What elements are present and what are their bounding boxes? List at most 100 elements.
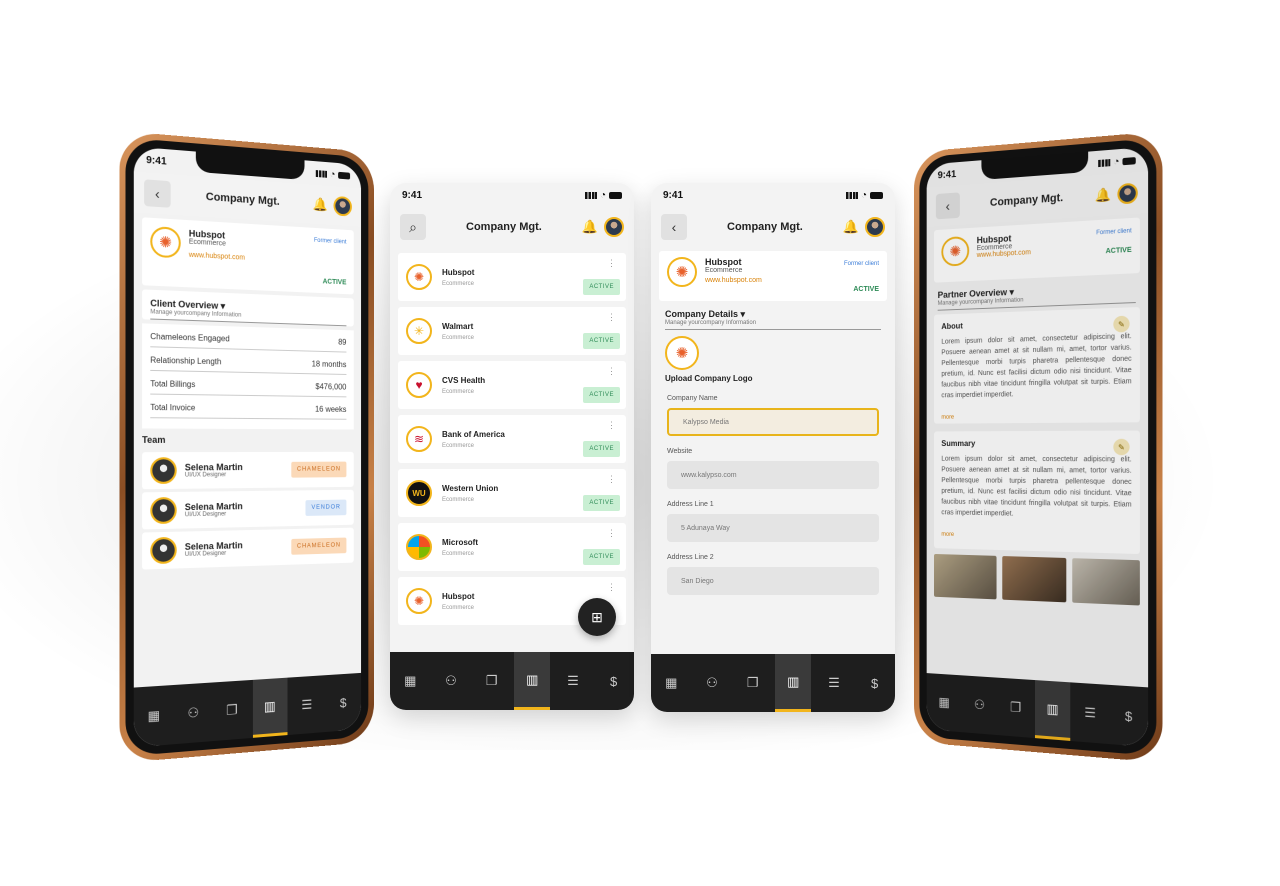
documents-icon[interactable]: ❐ [214, 680, 249, 741]
chevron-left-icon: ‹ [671, 219, 677, 235]
dashboard-icon[interactable]: ▦ [653, 654, 689, 712]
gallery-photo[interactable] [1072, 558, 1140, 606]
more-icon[interactable]: ⋮ [607, 366, 616, 377]
more-icon[interactable]: ⋮ [607, 474, 616, 485]
more-icon[interactable]: ⋮ [607, 528, 616, 539]
upload-logo-button[interactable]: ✺ [665, 336, 699, 370]
status-time: 9:41 [402, 189, 423, 201]
dashboard-icon[interactable]: ▦ [392, 652, 428, 710]
dollar-icon[interactable]: $ [327, 673, 360, 732]
avatar[interactable] [333, 195, 352, 217]
dollar-icon[interactable]: $ [596, 652, 632, 710]
hubspot-logo: ✺ [406, 588, 432, 614]
dashboard-icon[interactable]: ▦ [928, 673, 961, 732]
member-name: Selena Martin [184, 462, 243, 473]
more-icon[interactable]: ⋮ [607, 258, 616, 269]
website-field[interactable]: www.kalypso.com [667, 461, 879, 489]
company-list-item[interactable]: ♥ CVS Health Ecommerce ⋮ ACTIVE [398, 361, 626, 409]
overview-table: Chameleons Engaged 89 Relationship Length… [142, 323, 354, 430]
dollar-icon[interactable]: $ [857, 654, 893, 712]
invoice-icon[interactable]: ☰ [555, 652, 591, 710]
summary-card: Summary ✎ Lorem ipsum dolor sit amet, co… [933, 430, 1140, 555]
people-icon[interactable]: ⚇ [175, 683, 211, 745]
add-company-button[interactable]: ⊞ [578, 598, 616, 636]
company-card[interactable]: ✺ Hubspot Ecommerce www.hubspot.com Former… [659, 251, 887, 301]
documents-icon[interactable]: ❐ [735, 654, 771, 712]
company-url[interactable]: www.hubspot.com [705, 277, 762, 284]
avatar[interactable] [865, 217, 885, 237]
battery-icon [870, 191, 883, 199]
overview-row: Total Invoice 16 weeks [150, 394, 347, 420]
more-icon[interactable]: ⋮ [607, 582, 616, 593]
company-url[interactable]: www.hubspot.com [189, 252, 245, 262]
gallery-photo[interactable] [933, 553, 997, 600]
company-list-item[interactable]: Microsoft Ecommerce ⋮ ACTIVE [398, 523, 626, 571]
people-icon[interactable]: ⚇ [433, 652, 469, 710]
gallery-photo[interactable] [1001, 556, 1067, 603]
bell-icon[interactable]: 🔔 [1095, 187, 1111, 204]
wifi-icon: ◔ [329, 168, 336, 180]
phone-partner-overview: 9:41 ◔ ‹ Company Mgt. 🔔 ✺ Hubspot Ecommerc… [913, 131, 1163, 763]
back-button[interactable]: ‹ [935, 192, 960, 220]
walmart-logo: ✳ [406, 318, 432, 344]
caret-down-icon: ▾ [220, 300, 226, 312]
search-button[interactable]: ⌕ [400, 214, 426, 240]
page-title: Company Mgt. [466, 221, 542, 233]
row-value: 89 [338, 337, 347, 347]
member-name: Selena Martin [184, 501, 243, 513]
address-line-1-field[interactable]: 5 Adunaya Way [667, 514, 879, 542]
partner-overview-section: Partner Overview ▾ Manage yourcompany In… [937, 281, 1136, 311]
building-icon[interactable]: ▥ [1034, 680, 1071, 741]
wifi-icon: ◔ [599, 189, 606, 201]
company-details-dropdown[interactable]: Company Details ▾ [665, 309, 881, 320]
former-client-badge: Former client [843, 261, 879, 267]
more-icon[interactable]: ⋮ [607, 420, 616, 431]
more-icon[interactable]: ⋮ [607, 312, 616, 323]
team-member[interactable]: Selena Martin UI/UX Designer CHAMELEON [142, 451, 354, 490]
invoice-icon[interactable]: ☰ [290, 675, 324, 735]
company-card[interactable]: ✺ Hubspot Ecommerce www.hubspot.com Former… [142, 217, 354, 295]
bell-icon[interactable]: 🔔 [313, 196, 328, 213]
avatar[interactable] [604, 217, 624, 237]
status-time: 9:41 [663, 189, 684, 201]
row-label: Relationship Length [150, 355, 222, 367]
former-client-badge: Former client [313, 237, 347, 246]
company-name-field[interactable]: Kalypso Media [667, 408, 879, 436]
back-button[interactable]: ‹ [661, 214, 687, 240]
building-icon[interactable]: ▥ [775, 654, 812, 712]
team-member[interactable]: Selena Martin UI/UX Designer VENDOR [142, 489, 354, 530]
dashboard-icon[interactable]: ▦ [135, 685, 172, 747]
status-badge: ACTIVE [853, 286, 879, 293]
company-list-item[interactable]: ✳ Walmart Ecommerce ⋮ ACTIVE [398, 307, 626, 355]
address-line-2-field[interactable]: San Diego [667, 567, 879, 595]
chevron-left-icon: ‹ [945, 197, 950, 214]
team-member[interactable]: Selena Martin UI/UX Designer CHAMELEON [142, 527, 354, 570]
edit-about-button[interactable]: ✎ [1113, 315, 1130, 333]
bell-icon[interactable]: 🔔 [843, 219, 859, 235]
dollar-icon[interactable]: $ [1110, 685, 1147, 747]
invoice-icon[interactable]: ☰ [816, 654, 852, 712]
building-icon[interactable]: ▥ [514, 652, 551, 710]
search-icon: ⌕ [409, 218, 417, 235]
former-client-badge: Former client [1096, 228, 1132, 237]
company-category: Ecommerce [442, 280, 475, 287]
company-list-item[interactable]: ✺ Hubspot Ecommerce ⋮ ACTIVE [398, 253, 626, 301]
company-list-item[interactable]: ≋ Bank of America Ecommerce ⋮ ACTIVE [398, 415, 626, 463]
people-icon[interactable]: ⚇ [963, 675, 997, 735]
wifi-icon: ◔ [860, 189, 867, 201]
edit-summary-button[interactable]: ✎ [1113, 438, 1130, 456]
company-card[interactable]: ✺ Hubspot Ecommerce www.hubspot.com Former… [933, 217, 1140, 283]
avatar[interactable] [1117, 182, 1138, 205]
status-badge: ACTIVE [583, 333, 620, 349]
back-button[interactable]: ‹ [144, 179, 171, 208]
client-overview-section: Client Overview ▾ Manage yourcompany Inf… [142, 289, 354, 327]
about-more-link[interactable]: more [941, 413, 1131, 421]
documents-icon[interactable]: ❐ [998, 678, 1033, 738]
company-list-item[interactable]: WU Western Union Ecommerce ⋮ ACTIVE [398, 469, 626, 517]
bell-icon[interactable]: 🔔 [582, 219, 598, 235]
documents-icon[interactable]: ❐ [474, 652, 510, 710]
people-icon[interactable]: ⚇ [694, 654, 730, 712]
company-name: Hubspot [442, 267, 475, 277]
invoice-icon[interactable]: ☰ [1072, 682, 1108, 744]
building-icon[interactable]: ▥ [252, 677, 288, 738]
